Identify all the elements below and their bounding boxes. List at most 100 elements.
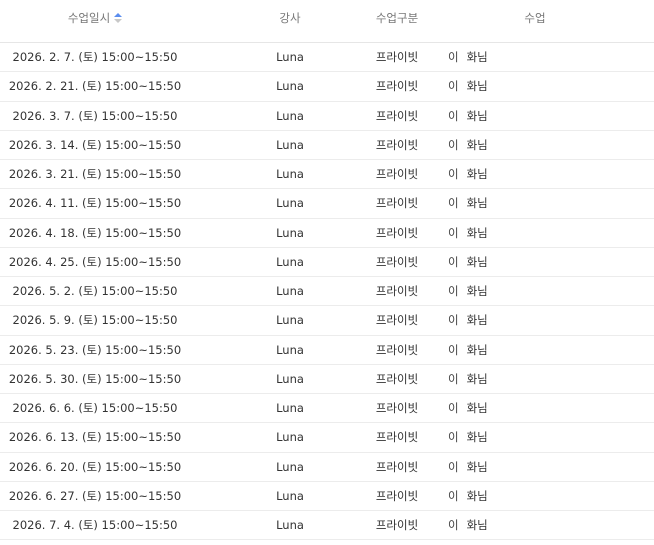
row-class-part-a: 이 [448, 488, 459, 503]
row-date: 2026. 6. 27. (토) 15:00~15:50 [8, 488, 182, 503]
column-header-date[interactable]: 수업일시 [0, 0, 190, 42]
table-row[interactable]: 2026. 5. 23. (토) 15:00~15:50 Luna 프라이빗 이 화님 [0, 336, 654, 365]
row-date: 2026. 3. 21. (토) 15:00~15:50 [8, 167, 182, 182]
row-class-part-b: 화님 [466, 342, 488, 357]
row-teacher: Luna [276, 225, 304, 240]
column-header-class: 수업 [524, 11, 546, 25]
row-teacher: Luna [276, 488, 304, 503]
row-class-part-b: 화님 [466, 371, 488, 386]
row-class-part-a: 이 [448, 401, 459, 416]
column-header-teacher: 강사 [279, 11, 301, 25]
row-class: 이 화님 [448, 248, 618, 276]
row-type: 프라이빗 [375, 459, 419, 474]
table-row[interactable]: 2026. 3. 14. (토) 15:00~15:50 Luna 프라이빗 이 화님 [0, 131, 654, 160]
row-date: 2026. 4. 11. (토) 15:00~15:50 [8, 196, 182, 211]
row-date: 2026. 5. 9. (토) 15:00~15:50 [12, 313, 178, 328]
row-class-part-a: 이 [448, 50, 459, 65]
row-type: 프라이빗 [375, 50, 419, 65]
table-row[interactable]: 2026. 5. 30. (토) 15:00~15:50 Luna 프라이빗 이 화님 [0, 365, 654, 394]
row-date: 2026. 3. 14. (토) 15:00~15:50 [8, 137, 182, 152]
table-body: 2026. 2. 7. (토) 15:00~15:50 Luna 프라이빗 이 화님 20… [0, 43, 654, 541]
column-header-type: 수업구분 [375, 11, 419, 25]
row-teacher: Luna [276, 50, 304, 65]
row-class: 이 화님 [448, 511, 618, 539]
row-class: 이 화님 [448, 336, 618, 364]
table-row[interactable]: 2026. 2. 7. (토) 15:00~15:50 Luna 프라이빗 이 화님 [0, 43, 654, 73]
row-class: 이 화님 [448, 43, 618, 71]
table-row[interactable]: 2026. 3. 21. (토) 15:00~15:50 Luna 프라이빗 이 화님 [0, 160, 654, 190]
row-teacher: Luna [276, 79, 304, 94]
row-type: 프라이빗 [375, 167, 419, 182]
row-class-part-a: 이 [448, 371, 459, 386]
row-class-part-a: 이 [448, 313, 459, 328]
table-row[interactable]: 2026. 6. 6. (토) 15:00~15:50 Luna 프라이빗 이 화님 [0, 394, 654, 424]
table-row[interactable]: 2026. 4. 18. (토) 15:00~15:50 Luna 프라이빗 이 화님 [0, 219, 654, 248]
table-row[interactable]: 2026. 5. 9. (토) 15:00~15:50 Luna 프라이빗 이 화님 [0, 306, 654, 336]
row-class-part-b: 화님 [466, 313, 488, 328]
row-class: 이 화님 [448, 219, 618, 247]
table-row[interactable]: 2026. 6. 27. (토) 15:00~15:50 Luna 프라이빗 이 화님 [0, 482, 654, 511]
row-class-part-b: 화님 [466, 401, 488, 416]
row-type: 프라이빗 [375, 137, 419, 152]
row-type: 프라이빗 [375, 430, 419, 445]
table-row[interactable]: 2026. 6. 20. (토) 15:00~15:50 Luna 프라이빗 이 화님 [0, 453, 654, 482]
table-row[interactable]: 2026. 5. 2. (토) 15:00~15:50 Luna 프라이빗 이 화님 [0, 277, 654, 307]
row-class-part-b: 화님 [466, 137, 488, 152]
row-date: 2026. 4. 18. (토) 15:00~15:50 [8, 225, 182, 240]
table-header: 수업일시 강사 수업구분 수업 [0, 0, 654, 43]
table-row[interactable]: 2026. 3. 7. (토) 15:00~15:50 Luna 프라이빗 이 화님 [0, 102, 654, 131]
row-class-part-a: 이 [448, 254, 459, 269]
row-type: 프라이빗 [375, 108, 419, 123]
row-class: 이 화님 [448, 306, 618, 334]
table-row[interactable]: 2026. 6. 13. (토) 15:00~15:50 Luna 프라이빗 이 화님 [0, 423, 654, 453]
row-class-part-b: 화님 [466, 108, 488, 123]
row-class-part-b: 화님 [466, 254, 488, 269]
row-teacher: Luna [276, 108, 304, 123]
row-class-part-b: 화님 [466, 284, 488, 299]
table-row[interactable]: 2026. 4. 25. (토) 15:00~15:50 Luna 프라이빗 이 화님 [0, 248, 654, 277]
row-type: 프라이빗 [375, 79, 419, 94]
row-teacher: Luna [276, 401, 304, 416]
row-teacher: Luna [276, 342, 304, 357]
row-class: 이 화님 [448, 160, 618, 188]
row-class-part-b: 화님 [466, 488, 488, 503]
table-row[interactable]: 2026. 2. 21. (토) 15:00~15:50 Luna 프라이빗 이 화님 [0, 72, 654, 102]
row-class: 이 화님 [448, 394, 618, 422]
row-class: 이 화님 [448, 365, 618, 393]
row-class: 이 화님 [448, 131, 618, 159]
row-teacher: Luna [276, 167, 304, 182]
row-date: 2026. 2. 21. (토) 15:00~15:50 [8, 79, 182, 94]
row-class-part-b: 화님 [466, 79, 488, 94]
row-class-part-b: 화님 [466, 196, 488, 211]
row-teacher: Luna [276, 137, 304, 152]
row-class-part-a: 이 [448, 225, 459, 240]
sort-icon[interactable] [114, 13, 123, 23]
row-class-part-b: 화님 [466, 225, 488, 240]
row-class-part-b: 화님 [466, 459, 488, 474]
row-class: 이 화님 [448, 482, 618, 510]
row-date: 2026. 7. 4. (토) 15:00~15:50 [12, 518, 178, 533]
row-class-part-a: 이 [448, 79, 459, 94]
row-date: 2026. 3. 7. (토) 15:00~15:50 [12, 108, 178, 123]
row-teacher: Luna [276, 430, 304, 445]
row-type: 프라이빗 [375, 518, 419, 533]
row-class-part-a: 이 [448, 196, 459, 211]
row-class-part-a: 이 [448, 459, 459, 474]
row-class-part-b: 화님 [466, 167, 488, 182]
row-type: 프라이빗 [375, 313, 419, 328]
row-date: 2026. 6. 6. (토) 15:00~15:50 [12, 401, 178, 416]
row-type: 프라이빗 [375, 196, 419, 211]
row-class-part-a: 이 [448, 167, 459, 182]
column-header-date-label: 수업일시 [67, 11, 111, 25]
row-teacher: Luna [276, 459, 304, 474]
row-type: 프라이빗 [375, 254, 419, 269]
row-class-part-a: 이 [448, 284, 459, 299]
table-row[interactable]: 2026. 4. 11. (토) 15:00~15:50 Luna 프라이빗 이 화님 [0, 189, 654, 219]
row-teacher: Luna [276, 196, 304, 211]
row-type: 프라이빗 [375, 225, 419, 240]
row-class: 이 화님 [448, 453, 618, 481]
row-teacher: Luna [276, 518, 304, 533]
table-row[interactable]: 2026. 7. 4. (토) 15:00~15:50 Luna 프라이빗 이 화님 [0, 511, 654, 541]
row-class-part-b: 화님 [466, 50, 488, 65]
row-date: 2026. 6. 20. (토) 15:00~15:50 [8, 459, 182, 474]
